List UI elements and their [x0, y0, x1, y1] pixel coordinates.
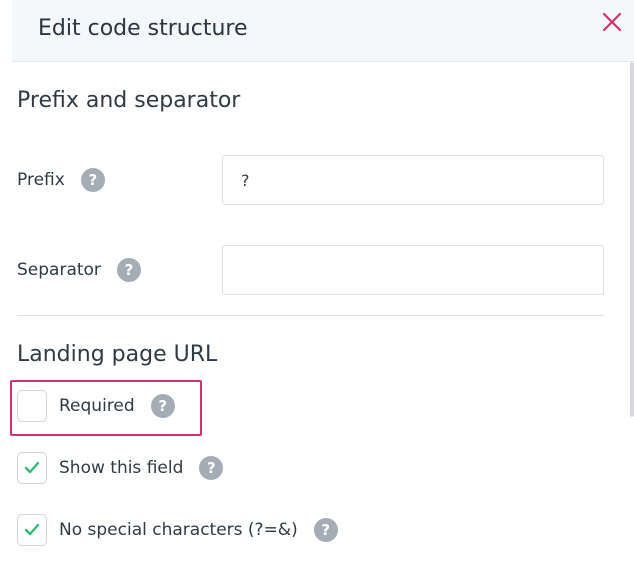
close-icon — [602, 12, 622, 32]
panel-title: Edit code structure — [38, 16, 248, 41]
scrollbar[interactable] — [630, 62, 634, 417]
edit-code-structure-panel: Edit code structure Prefix and separator… — [0, 0, 634, 572]
separator-label-text: Separator — [17, 260, 101, 280]
show-field-checkbox-label: Show this field — [59, 458, 184, 478]
checkmark-icon — [24, 461, 40, 474]
required-help-icon[interactable]: ? — [150, 394, 175, 418]
prefix-help-icon[interactable]: ? — [80, 168, 105, 192]
required-checkbox-label: Required — [59, 396, 135, 416]
panel-header: Edit code structure — [12, 0, 634, 62]
section-title-landing-page-url: Landing page URL — [17, 342, 218, 367]
checkmark-icon — [24, 523, 40, 536]
no-special-chars-checkbox-row[interactable]: No special characters (?=&) ? — [17, 514, 338, 546]
section-title-prefix-separator: Prefix and separator — [17, 88, 241, 113]
show-field-checkbox-row[interactable]: Show this field ? — [17, 452, 224, 484]
no-special-chars-checkbox[interactable] — [17, 514, 47, 546]
required-checkbox-row[interactable]: Required ? — [17, 390, 175, 422]
prefix-field-label: Prefix ? — [17, 168, 105, 192]
separator-help-icon[interactable]: ? — [116, 258, 141, 282]
no-special-chars-checkbox-label: No special characters (?=&) — [59, 520, 298, 540]
separator-field-label: Separator ? — [17, 258, 141, 282]
no-special-chars-help-icon[interactable]: ? — [313, 518, 338, 542]
close-button[interactable] — [600, 10, 624, 34]
prefix-input[interactable] — [222, 155, 604, 205]
prefix-label-text: Prefix — [17, 170, 65, 190]
separator-input[interactable] — [222, 245, 604, 295]
section-divider — [17, 315, 604, 316]
show-field-help-icon[interactable]: ? — [199, 456, 224, 480]
required-checkbox[interactable] — [17, 390, 47, 422]
show-field-checkbox[interactable] — [17, 452, 47, 484]
